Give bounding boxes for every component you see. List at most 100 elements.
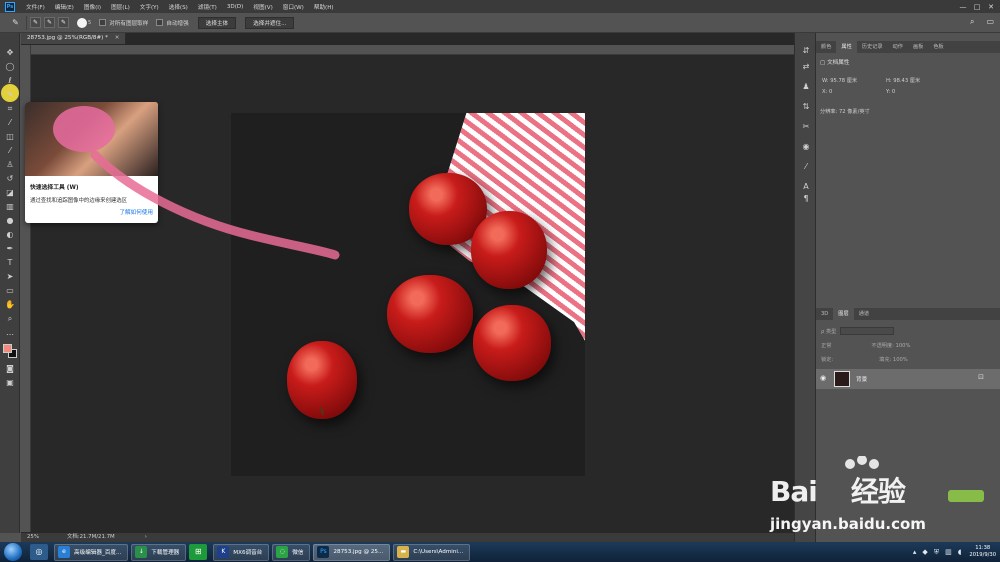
lock-icon[interactable]: ⊡ — [978, 373, 984, 381]
shape-tool-icon[interactable]: ▭ — [2, 285, 18, 297]
tool-preset-picker[interactable]: ✎ — [5, 15, 27, 30]
volume-icon[interactable]: ◖ — [958, 548, 962, 556]
select-and-mask-button[interactable]: 选择并遮住... — [245, 16, 295, 29]
brush-settings-icon[interactable]: ⁄ — [799, 161, 813, 173]
maximize-button[interactable]: □ — [970, 3, 984, 11]
select-subject-button[interactable]: 选择主体 — [197, 16, 237, 29]
start-button[interactable] — [4, 543, 22, 561]
close-icon[interactable]: ✕ — [115, 35, 120, 41]
height-value[interactable]: H: 98.43 厘米 — [886, 77, 920, 84]
menu-filter[interactable]: 滤镜(T) — [193, 3, 222, 11]
minimize-button[interactable]: — — [956, 3, 970, 11]
auto-enhance-checkbox[interactable] — [156, 19, 164, 26]
quick-mask-icon[interactable]: ◙ — [2, 363, 18, 375]
type-tool-icon[interactable]: T — [2, 257, 18, 269]
menu-type[interactable]: 文字(Y) — [135, 3, 164, 11]
menu-edit[interactable]: 编辑(E) — [50, 3, 79, 11]
document-tab[interactable]: 28753.jpg @ 25%(RGB/8#) * ✕ — [21, 33, 127, 44]
add-selection-icon[interactable]: ✎ — [44, 17, 55, 28]
clock[interactable]: 11:38 2019/9/30 — [969, 545, 996, 559]
quick-select-tool-icon[interactable]: ✎ — [2, 89, 18, 101]
tools-icon[interactable]: ✂ — [799, 121, 813, 133]
character-icon[interactable]: A — [799, 181, 813, 193]
tab-history[interactable]: 历史记录 — [857, 41, 888, 53]
healing-tool-icon[interactable]: ◫ — [2, 131, 18, 143]
blur-tool-icon[interactable]: ● — [2, 215, 18, 227]
learn-how-link[interactable]: 了解如何使用 — [119, 208, 153, 216]
menu-3d[interactable]: 3D(D) — [222, 4, 249, 10]
history-icon[interactable]: ⇵ — [799, 45, 813, 57]
tab-3d[interactable]: 3D — [816, 308, 833, 320]
menu-view[interactable]: 视图(V) — [248, 3, 277, 11]
width-value[interactable]: W: 95.78 厘米 — [822, 77, 857, 84]
actions-icon[interactable]: ⇄ — [799, 61, 813, 73]
status-menu-arrow[interactable]: › — [145, 533, 147, 542]
workspace-icon[interactable]: ▭ — [986, 17, 994, 27]
menu-image[interactable]: 图像(I) — [79, 3, 106, 11]
more-tools-icon[interactable]: … — [2, 327, 18, 339]
x-value[interactable]: X: 0 — [822, 89, 832, 95]
tab-artboard[interactable]: 画板 — [908, 41, 928, 53]
lasso-tool-icon[interactable]: ℓ — [2, 75, 18, 87]
tray-app-icon[interactable]: ◆ — [922, 548, 927, 556]
taskbar-item-mixer[interactable]: K MX6调音台 — [213, 543, 270, 561]
pen-tool-icon[interactable]: ✒ — [2, 243, 18, 255]
sample-all-layers-checkbox[interactable] — [99, 19, 107, 26]
search-icon[interactable]: ⌕ — [970, 17, 974, 27]
fill-value[interactable]: 填充: 100% — [879, 356, 908, 363]
tab-color[interactable]: 颜色 — [816, 41, 836, 53]
screen-mode-icon[interactable]: ▣ — [2, 377, 18, 389]
menu-layer[interactable]: 图层(L) — [106, 3, 135, 11]
menu-file[interactable]: 文件(F) — [21, 3, 50, 11]
eyedropper-tool-icon[interactable]: ⁄ — [2, 117, 18, 129]
tab-actions[interactable]: 动作 — [888, 41, 908, 53]
blend-mode-select[interactable]: 正常 — [821, 342, 831, 349]
brush-tool-icon[interactable]: ⁄ — [2, 145, 18, 157]
gradient-tool-icon[interactable]: ▥ — [2, 201, 18, 213]
menu-window[interactable]: 窗口(W) — [278, 3, 309, 11]
brush-picker[interactable] — [77, 17, 87, 28]
opacity-value[interactable]: 不透明度: 100% — [871, 342, 910, 349]
taskbar-item-editor[interactable]: e 高级编辑器_百度... — [54, 543, 129, 561]
taskbar-item-wechat[interactable]: ◌ 微信 — [272, 543, 311, 561]
stamp-tool-icon[interactable]: ♙ — [2, 159, 18, 171]
styles-icon[interactable]: ◉ — [799, 141, 813, 153]
tab-properties[interactable]: 属性 — [836, 41, 857, 53]
eraser-tool-icon[interactable]: ◪ — [2, 187, 18, 199]
layer-row[interactable]: ◉ 背景 ⊡ — [816, 369, 1000, 389]
eye-icon[interactable]: ◉ — [820, 374, 826, 382]
browser-pinned-icon[interactable]: ◎ — [30, 544, 48, 560]
taskbar-item-explorer[interactable]: ▬ C:\Users\Admini... — [393, 543, 471, 561]
layer-filter-box[interactable] — [840, 327, 895, 335]
adjust-icon[interactable]: ⇅ — [799, 101, 813, 113]
y-value[interactable]: Y: 0 — [886, 89, 895, 95]
wechat-pinned-icon[interactable]: ⊞ — [189, 544, 208, 560]
paragraph-icon[interactable]: ¶ — [799, 193, 813, 205]
tray-up-arrow-icon[interactable]: ▴ — [913, 548, 917, 556]
tab-layers[interactable]: 图层 — [833, 308, 854, 320]
zoom-level[interactable]: 25% — [27, 533, 39, 542]
close-button[interactable]: ✕ — [984, 3, 998, 11]
foreground-color-swatch[interactable] — [3, 344, 12, 353]
layer-kind-filter[interactable]: ρ 类型 — [821, 328, 836, 335]
path-select-icon[interactable]: ➤ — [2, 271, 18, 283]
dodge-tool-icon[interactable]: ◐ — [2, 229, 18, 241]
menu-select[interactable]: 选择(S) — [164, 3, 193, 11]
hand-tool-icon[interactable]: ✋ — [2, 299, 18, 311]
new-selection-icon[interactable]: ✎ — [30, 17, 41, 28]
image-canvas[interactable] — [231, 113, 585, 476]
network-icon[interactable]: ▥ — [945, 548, 952, 556]
history-brush-icon[interactable]: ↺ — [2, 173, 18, 185]
horizontal-ruler[interactable] — [31, 45, 794, 55]
tab-channels[interactable]: 通道 — [854, 308, 874, 320]
taskbar-item-downloads[interactable]: ↓ 下载管理器 — [131, 543, 187, 561]
subtract-selection-icon[interactable]: ✎ — [58, 17, 69, 28]
tab-swatches[interactable]: 色板 — [928, 41, 948, 53]
taskbar-item-photoshop[interactable]: Ps 28753.jpg @ 25... — [313, 543, 391, 561]
zoom-tool-icon[interactable]: ⌕ — [2, 313, 18, 325]
tray-shield-icon[interactable]: ⛨ — [934, 548, 939, 557]
people-icon[interactable]: ♟ — [799, 81, 813, 93]
move-tool-icon[interactable]: ✥ — [2, 47, 18, 59]
marquee-tool-icon[interactable]: ◯ — [2, 61, 18, 73]
crop-tool-icon[interactable]: ⌗ — [2, 103, 18, 115]
